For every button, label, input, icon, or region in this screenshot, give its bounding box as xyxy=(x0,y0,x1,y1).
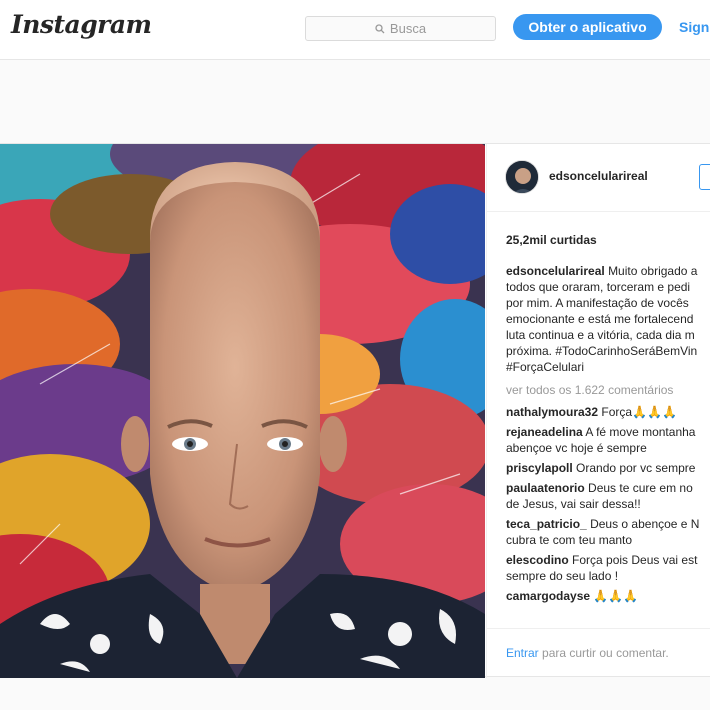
post-header: edsoncelularireal xyxy=(487,144,710,212)
caption-text: #ForçaCelulari xyxy=(506,360,585,374)
comment-username[interactable]: rejaneadelina xyxy=(506,425,583,439)
view-all-comments-link[interactable]: ver todos os 1.622 comentários xyxy=(506,382,710,398)
follow-button[interactable] xyxy=(699,164,710,190)
comment-text: Força pois Deus vai est xyxy=(572,553,698,567)
comment-line: paulaatenorio Deus te cure em no xyxy=(506,480,710,496)
login-prompt: Entrar para curtir ou comentar. xyxy=(506,646,669,660)
comment-text: Deus te cure em no xyxy=(588,481,693,495)
comment-item: nathalymoura32 Força🙏🙏🙏 xyxy=(506,404,710,420)
instagram-logo[interactable]: Instagram xyxy=(11,10,152,39)
comment-username[interactable]: camargodayse xyxy=(506,589,590,603)
comment-line: nathalymoura32 Força🙏🙏🙏 xyxy=(506,404,710,420)
comment-text: A fé move montanha xyxy=(585,425,696,439)
comment-item: rejaneadelina A fé move montanha abençoe … xyxy=(506,424,710,456)
caption-line: luta continua e a vitória, cada dia m xyxy=(506,327,710,343)
post-sidebar: edsoncelularireal 25,2mil curtidas edson… xyxy=(486,144,710,678)
comment-username[interactable]: nathalymoura32 xyxy=(506,405,598,419)
post-username[interactable]: edsoncelularireal xyxy=(549,169,648,183)
comment-line: de Jesus, vai sair dessa!! xyxy=(506,496,710,512)
search-icon xyxy=(375,23,385,33)
caption-line: #ForçaCelulari xyxy=(506,359,710,375)
search-placeholder: Busca xyxy=(389,21,427,36)
post-card: edsoncelularireal 25,2mil curtidas edson… xyxy=(0,143,710,678)
search-input[interactable]: Busca xyxy=(305,16,496,41)
comment-username[interactable]: paulaatenorio xyxy=(506,481,585,495)
avatar-image xyxy=(506,161,538,193)
caption-username[interactable]: edsoncelularireal xyxy=(506,264,605,278)
comment-text: de Jesus, vai sair dessa!! xyxy=(506,497,641,511)
comment-text: sempre do seu lado ! xyxy=(506,569,619,583)
comment-item: camargodayse 🙏🙏🙏 xyxy=(506,588,710,604)
post-caption: edsoncelularireal Muito obrigado a todos … xyxy=(506,263,710,375)
comment-username[interactable]: teca_patricio_ xyxy=(506,517,587,531)
comment-bar: Entrar para curtir ou comentar. xyxy=(487,628,710,678)
login-link[interactable]: Entrar xyxy=(506,646,539,660)
caption-line: próxima. #TodoCarinhoSeráBemVin xyxy=(506,343,710,359)
caption-line: por mim. A manifestação de vocês xyxy=(506,295,710,311)
sign-in-link[interactable]: Sign xyxy=(679,19,709,35)
comment-item: paulaatenorio Deus te cure em no de Jesus… xyxy=(506,480,710,512)
post-image xyxy=(0,144,485,678)
caption-text: luta continua e a vitória, cada dia m xyxy=(506,328,695,342)
comment-text: Deus o abençoe e N xyxy=(590,517,700,531)
caption-text: por mim. A manifestação de vocês xyxy=(506,296,689,310)
login-prompt-text: para curtir ou comentar. xyxy=(542,646,669,660)
top-navigation-bar: Instagram Busca Obter o aplicativo Sign xyxy=(0,0,710,60)
comment-text: Força🙏🙏🙏 xyxy=(601,405,677,419)
caption-text: todos que oraram, torceram e pedi xyxy=(506,280,691,294)
comment-line: priscylapoll Orando por vc sempre xyxy=(506,460,710,476)
comment-item: elescodino Força pois Deus vai est sempre… xyxy=(506,552,710,584)
likes-count[interactable]: 25,2mil curtidas xyxy=(506,233,597,247)
caption-text: próxima. #TodoCarinhoSeráBemVin xyxy=(506,344,698,358)
caption-text: emocionante e está me fortalecend xyxy=(506,312,694,326)
comment-line: elescodino Força pois Deus vai est xyxy=(506,552,710,568)
comment-line: cubra te com teu manto xyxy=(506,532,710,548)
comment-line: teca_patricio_ Deus o abençoe e N xyxy=(506,516,710,532)
comment-text: 🙏🙏🙏 xyxy=(593,589,639,603)
comment-line: camargodayse 🙏🙏🙏 xyxy=(506,588,710,604)
comments-section: edsoncelularireal Muito obrigado a todos … xyxy=(506,263,710,608)
caption-line: edsoncelularireal Muito obrigado a xyxy=(506,263,710,279)
comment-text: abençoe vc hoje é sempre xyxy=(506,441,647,455)
caption-text: Muito obrigado a xyxy=(608,264,698,278)
comment-line: rejaneadelina A fé move montanha xyxy=(506,424,710,440)
comment-username[interactable]: elescodino xyxy=(506,553,569,567)
caption-line: todos que oraram, torceram e pedi xyxy=(506,279,710,295)
avatar[interactable] xyxy=(505,160,539,194)
comment-text: cubra te com teu manto xyxy=(506,533,633,547)
comment-line: sempre do seu lado ! xyxy=(506,568,710,584)
caption-line: emocionante e está me fortalecend xyxy=(506,311,710,327)
post-photo[interactable] xyxy=(0,144,485,678)
comment-username[interactable]: priscylapoll xyxy=(506,461,573,475)
comment-item: teca_patricio_ Deus o abençoe e Ncubra t… xyxy=(506,516,710,548)
get-app-button[interactable]: Obter o aplicativo xyxy=(513,14,662,40)
comment-line: abençoe vc hoje é sempre xyxy=(506,440,710,456)
comment-item: priscylapoll Orando por vc sempre xyxy=(506,460,710,476)
comment-text: Orando por vc sempre xyxy=(576,461,696,475)
